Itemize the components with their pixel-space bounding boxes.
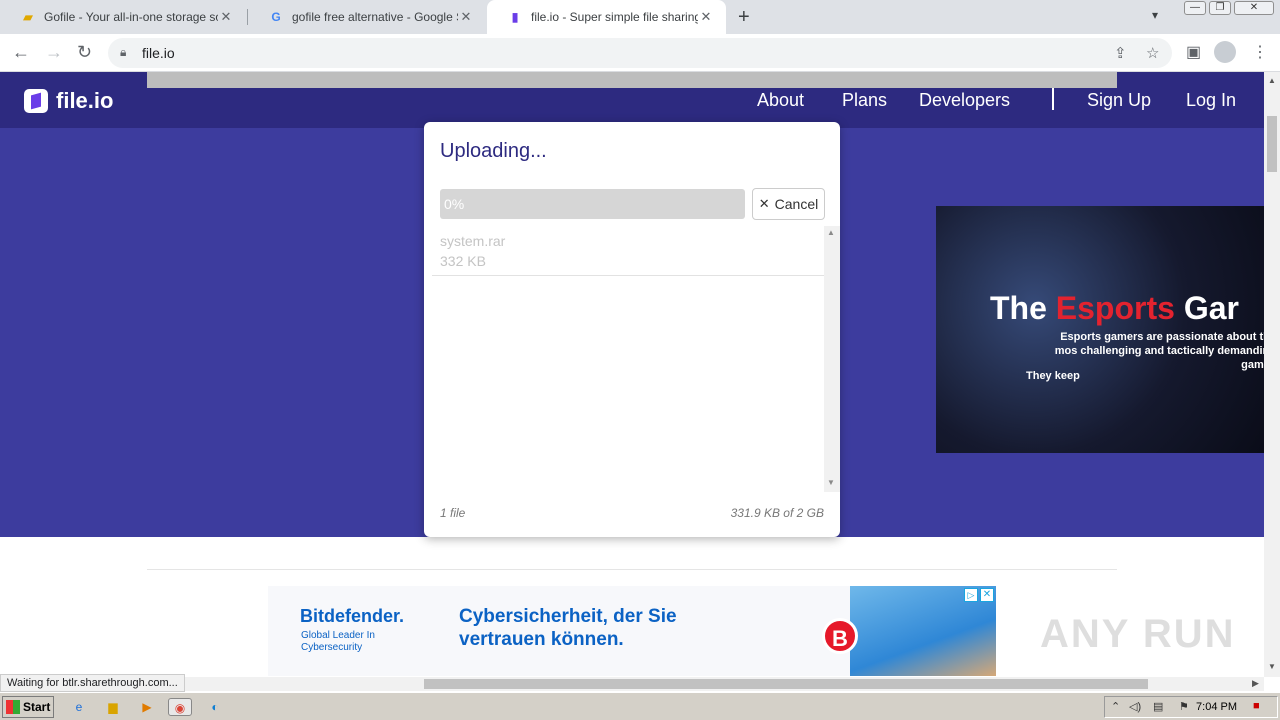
chrome-icon[interactable]: ◉ [168,698,192,716]
gofile-icon: ▰ [23,10,33,24]
tab-title: Gofile - Your all-in-one storage soluti [44,10,218,24]
upload-progress-bar: 0% [440,189,745,219]
progress-percent: 0% [444,196,465,212]
media-player-icon[interactable]: ▶ [138,698,156,716]
site-logo[interactable]: file.io [24,88,113,114]
new-tab-icon[interactable]: + [738,6,750,29]
bookmark-star-icon[interactable]: ☆ [1146,44,1159,62]
scrollbar-thumb[interactable] [1267,116,1277,172]
edge-icon[interactable]: ◐ [206,698,224,716]
upload-title: Uploading... [440,140,547,162]
taskbar: Start e ▆ ▶ ◉ ◐ ⌃ ◁) ▤ ⚑ 7:04 PM ■ [0,692,1280,720]
status-bar: Waiting for btlr.sharethrough.com... [0,674,185,692]
nav-sign-up[interactable]: Sign Up [1087,90,1151,111]
file-list-scrollbar[interactable]: ▲ ▼ [824,226,840,492]
esports-ad[interactable]: The Esports Gar Esports gamers are passi… [936,206,1264,453]
windows-logo-icon [6,700,20,714]
horizontal-scrollbar[interactable]: ▶ [0,677,1264,691]
upload-dialog: Uploading... 0% ✕ Cancel system.rar 332 K… [424,122,840,537]
tab-search-icon[interactable]: ▾ [1152,8,1158,22]
tab-title: gofile free alternative - Google Suche [292,10,458,24]
minimize-icon[interactable]: — [1184,1,1206,15]
ad-close-icon[interactable]: ✕ [980,588,994,602]
bitdefender-ad[interactable]: Bitdefender. Global Leader In Cybersecur… [268,586,996,676]
network-icon[interactable]: ▤ [1153,700,1163,713]
tab-google[interactable]: G gofile free alternative - Google Suche… [248,0,486,34]
tab-title: file.io - Super simple file sharing [531,10,698,24]
notification-icon[interactable]: ■ [1253,700,1260,712]
tab-gofile[interactable]: ▰ Gofile - Your all-in-one storage solut… [0,0,246,34]
cancel-button[interactable]: ✕ Cancel [752,188,825,220]
explorer-icon[interactable]: ▆ [104,698,122,716]
browser-toolbar: ← → ↻ 🔒︎ file.io ⇪ ☆ ▣ ⋮ [0,34,1280,72]
nav-log-in[interactable]: Log In [1186,90,1236,111]
top-banner-placeholder [147,72,1117,88]
close-tab-icon[interactable]: ✕ [698,9,714,25]
close-icon: ✕ [758,196,770,211]
restore-icon[interactable]: ❐ [1209,1,1231,15]
clock: 7:04 PM [1196,701,1237,713]
file-size: 332 KB [440,253,486,269]
ad-keep-text: They keep [1026,370,1080,382]
ad-message: Cybersicherheit, der Sie vertrauen könne… [459,606,677,650]
logo-text: file.io [56,88,114,113]
fileio-icon: ▮ [511,10,519,24]
cancel-label: Cancel [774,196,819,212]
bitdefender-logo: B [822,618,858,654]
scroll-down-icon[interactable]: ▼ [1268,662,1276,671]
close-tab-icon[interactable]: ✕ [218,9,234,25]
scroll-right-icon[interactable]: ▶ [1252,678,1259,689]
close-tab-icon[interactable]: ✕ [458,9,474,25]
ad-brand: Bitdefender. [300,606,405,626]
adchoices-icon[interactable]: ▷ [964,588,978,602]
system-tray: ⌃ ◁) ▤ ⚑ 7:04 PM ■ [1104,696,1278,718]
ie-icon[interactable]: e [70,698,88,716]
lock-icon: 🔒︎ [120,45,127,59]
url-text: file.io [142,45,175,61]
web-page: file.io About Plans Developers Sign Up L… [0,72,1264,677]
share-icon[interactable]: ⇪ [1114,44,1127,62]
horizontal-scroll-thumb[interactable] [424,679,1148,689]
scroll-up-icon[interactable]: ▲ [827,228,835,237]
file-list: system.rar 332 KB ▲ ▼ [432,226,840,492]
fileio-logo-icon [24,89,48,113]
file-name: system.rar [440,233,506,249]
scroll-down-icon[interactable]: ▼ [827,478,835,487]
reload-icon[interactable]: ↻ [77,42,92,63]
list-item: system.rar 332 KB [432,226,824,276]
back-icon[interactable]: ← [12,42,30,63]
nav-developers[interactable]: Developers [919,90,1010,111]
file-count: 1 file [440,506,466,520]
start-button[interactable]: Start [2,696,54,718]
ad-headline: The Esports Gar [990,290,1239,326]
close-window-icon[interactable]: ✕ [1234,1,1274,15]
nav-divider [1052,88,1054,110]
nav-plans[interactable]: Plans [842,90,887,111]
upload-total: 331.9 KB of 2 GB [730,506,824,520]
ad-subtext: Esports gamers are passionate about the … [1054,331,1264,371]
forward-icon[interactable]: → [45,42,63,63]
profile-avatar[interactable] [1214,41,1236,63]
tab-fileio[interactable]: ▮ file.io - Super simple file sharing ✕ [487,0,726,34]
anyrun-watermark: ANY RUN [1040,612,1236,656]
tab-strip: ▰ Gofile - Your all-in-one storage solut… [0,0,1280,34]
tray-expand-icon[interactable]: ⌃ [1111,700,1120,713]
nav-about[interactable]: About [757,90,804,111]
scroll-up-icon[interactable]: ▲ [1268,76,1276,85]
ad-tagline: Global Leader In Cybersecurity [301,630,375,653]
start-label: Start [23,700,51,714]
page-scrollbar[interactable]: ▲ ▼ [1264,72,1280,677]
google-icon: G [271,10,281,24]
side-panel-icon[interactable]: ▣ [1186,42,1201,62]
flag-icon[interactable]: ⚑ [1179,700,1189,713]
menu-icon[interactable]: ⋮ [1252,42,1268,62]
address-bar[interactable]: 🔒︎ file.io ⇪ ☆ [108,38,1172,68]
volume-icon[interactable]: ◁) [1129,700,1141,713]
